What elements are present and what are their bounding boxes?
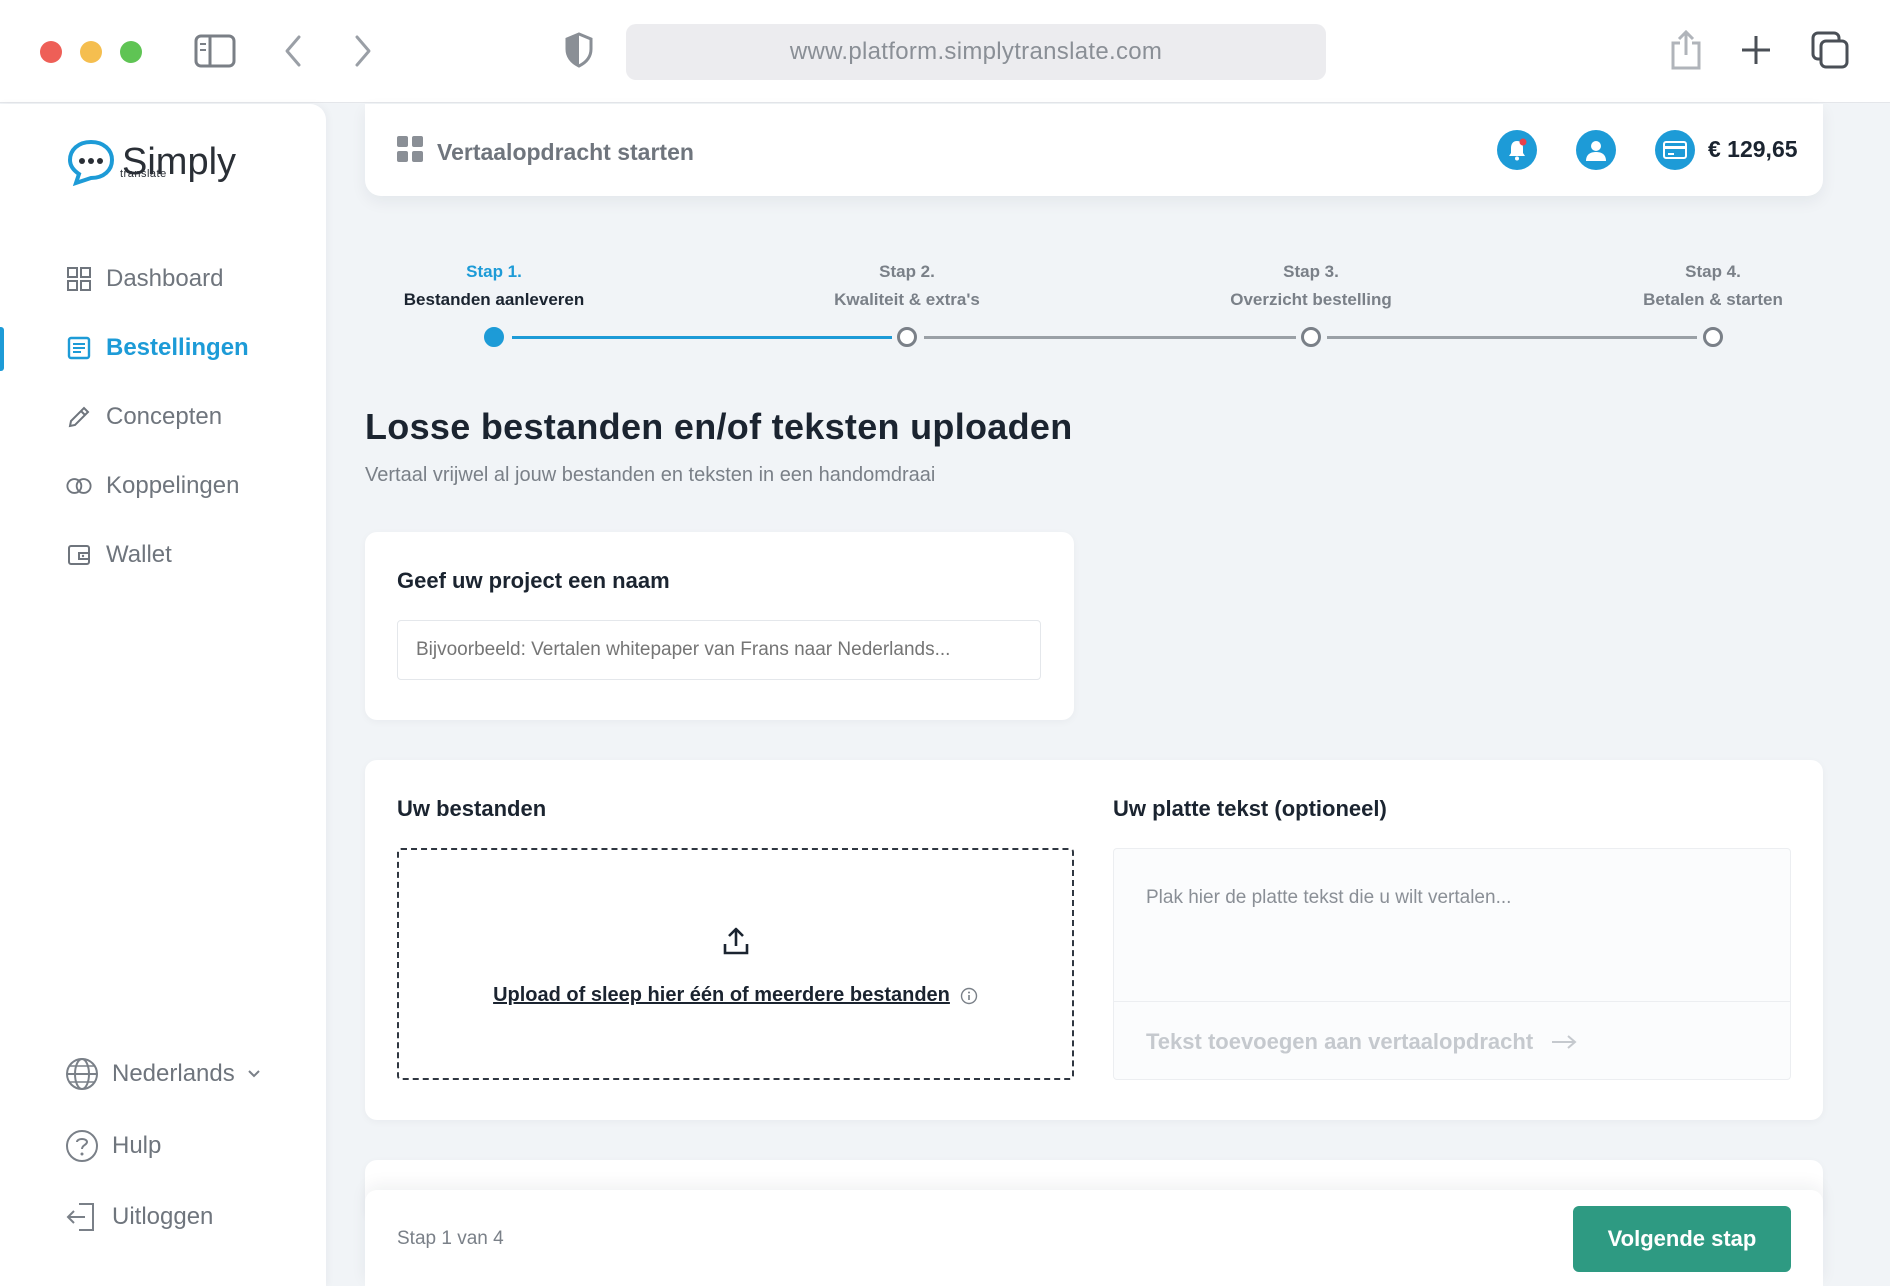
- step-indicator-2: [897, 327, 917, 347]
- chat-bubble-logo-icon: [67, 139, 115, 187]
- window-minimize-button[interactable]: [80, 41, 102, 63]
- forward-icon[interactable]: [350, 33, 376, 69]
- step-label: Overzicht bestelling: [1230, 290, 1392, 309]
- sidebar-item-wallet[interactable]: Wallet: [0, 530, 326, 580]
- step-progress-text: Stap 1 van 4: [397, 1228, 504, 1249]
- help-link[interactable]: Hulp: [64, 1124, 161, 1168]
- language-label: Nederlands: [112, 1060, 235, 1087]
- arrow-right-icon: [1551, 1034, 1577, 1050]
- divider: [1114, 1001, 1790, 1002]
- files-card: Uw bestanden Uw platte tekst (optioneel)…: [365, 760, 1823, 1120]
- globe-icon: [64, 1056, 100, 1092]
- share-icon[interactable]: [1668, 28, 1704, 72]
- step-2: Stap 2. Kwaliteit & extra's: [777, 262, 1037, 310]
- link-circles-icon: [66, 473, 92, 499]
- sidebar-item-label: Bestellingen: [106, 334, 249, 361]
- pencil-icon: [66, 404, 92, 430]
- grid-icon: [66, 266, 92, 292]
- browser-toolbar: www.platform.simplytranslate.com: [0, 0, 1890, 103]
- add-text-button[interactable]: Tekst toevoegen aan vertaalopdracht: [1146, 1029, 1577, 1055]
- help-label: Hulp: [112, 1132, 162, 1159]
- apps-grid-icon: [397, 136, 423, 168]
- upload-link-label: Upload of sleep hier één of meerdere bes…: [493, 984, 950, 1006]
- step-4: Stap 4. Betalen & starten: [1583, 262, 1843, 310]
- sidebar-item-dashboard[interactable]: Dashboard: [0, 254, 326, 304]
- add-text-label: Tekst toevoegen aan vertaalopdracht: [1146, 1029, 1534, 1054]
- sidebar-item-label: Dashboard: [106, 265, 224, 292]
- step-number: Stap 1.: [466, 262, 522, 281]
- sidebar-item-label: Koppelingen: [106, 472, 240, 499]
- chevron-down-icon: [247, 1069, 261, 1079]
- plaintext-placeholder: Plak hier de platte tekst die u wilt ver…: [1146, 887, 1512, 908]
- logout-link[interactable]: Uitloggen: [64, 1195, 213, 1239]
- file-dropzone[interactable]: Upload of sleep hier één of meerdere bes…: [397, 848, 1074, 1080]
- back-icon[interactable]: [280, 33, 306, 69]
- wallet-balance: € 129,65: [1708, 136, 1798, 162]
- sidebar-item-concepten[interactable]: Concepten: [0, 392, 326, 442]
- top-header: Vertaalopdracht starten € 129,65: [365, 104, 1823, 196]
- plaintext-area[interactable]: Plak hier de platte tekst die u wilt ver…: [1113, 848, 1791, 1080]
- header-title: Vertaalopdracht starten: [437, 138, 694, 165]
- info-icon[interactable]: [960, 987, 978, 1005]
- step-1: Stap 1. Bestanden aanleveren: [364, 262, 624, 310]
- help-icon: [64, 1128, 100, 1164]
- url-bar[interactable]: www.platform.simplytranslate.com: [626, 24, 1326, 80]
- sidebar: Simply translate Dashboard Bestellingen …: [0, 104, 326, 1286]
- step-number: Stap 4.: [1685, 262, 1741, 281]
- step-indicator-4: [1703, 327, 1723, 347]
- shield-icon[interactable]: [562, 30, 596, 70]
- sidebar-toggle-icon[interactable]: [194, 33, 236, 69]
- step-3: Stap 3. Overzicht bestelling: [1181, 262, 1441, 310]
- step-number: Stap 3.: [1283, 262, 1339, 281]
- logout-label: Uitloggen: [112, 1203, 214, 1230]
- step-label: Kwaliteit & extra's: [834, 290, 980, 309]
- new-tab-icon[interactable]: [1738, 32, 1774, 68]
- project-name-heading: Geef uw project een naam: [397, 568, 670, 593]
- language-selector[interactable]: Nederlands: [64, 1052, 261, 1096]
- upload-link[interactable]: Upload of sleep hier één of meerdere bes…: [399, 984, 1072, 1007]
- step-indicator-1: [484, 327, 504, 347]
- step-indicator-3: [1301, 327, 1321, 347]
- wallet-icon: [66, 542, 92, 568]
- step-connector: [1327, 336, 1697, 339]
- window-close-button[interactable]: [40, 41, 62, 63]
- sidebar-item-label: Wallet: [106, 541, 172, 568]
- step-connector: [512, 336, 892, 339]
- window-zoom-button[interactable]: [120, 41, 142, 63]
- account-button[interactable]: [1576, 130, 1616, 170]
- step-label: Bestanden aanleveren: [403, 290, 585, 309]
- upload-icon: [399, 926, 1072, 956]
- wallet-balance-button[interactable]: [1655, 130, 1695, 170]
- list-icon: [66, 335, 92, 361]
- tabs-overview-icon[interactable]: [1810, 30, 1850, 70]
- sidebar-item-koppelingen[interactable]: Koppelingen: [0, 461, 326, 511]
- brand-tagline: translate: [120, 168, 167, 180]
- files-heading: Uw bestanden: [397, 796, 547, 821]
- wizard-footer: Stap 1 van 4 Volgende stap: [365, 1190, 1823, 1286]
- credit-card-icon: [1663, 141, 1687, 159]
- project-name-card: Geef uw project een naam: [365, 532, 1074, 720]
- step-number: Stap 2.: [879, 262, 935, 281]
- project-name-input[interactable]: [397, 620, 1041, 680]
- logout-icon: [64, 1199, 100, 1235]
- sidebar-item-label: Concepten: [106, 403, 223, 430]
- plaintext-heading: Uw platte tekst (optioneel): [1113, 796, 1387, 821]
- next-step-button[interactable]: Volgende stap: [1573, 1206, 1791, 1272]
- brand-logo[interactable]: Simply: [66, 134, 236, 190]
- notifications-button[interactable]: [1497, 130, 1537, 170]
- sidebar-item-bestellingen[interactable]: Bestellingen: [0, 323, 326, 373]
- step-connector: [924, 336, 1296, 339]
- bell-icon: [1509, 138, 1527, 161]
- page-header: Vertaalopdracht starten: [397, 136, 694, 168]
- page-title: Losse bestanden en/of teksten uploaden: [365, 406, 1073, 447]
- step-label: Betalen & starten: [1643, 290, 1783, 309]
- page-subtitle: Vertaal vrijwel al jouw bestanden en tek…: [365, 464, 936, 486]
- user-icon: [1586, 141, 1606, 161]
